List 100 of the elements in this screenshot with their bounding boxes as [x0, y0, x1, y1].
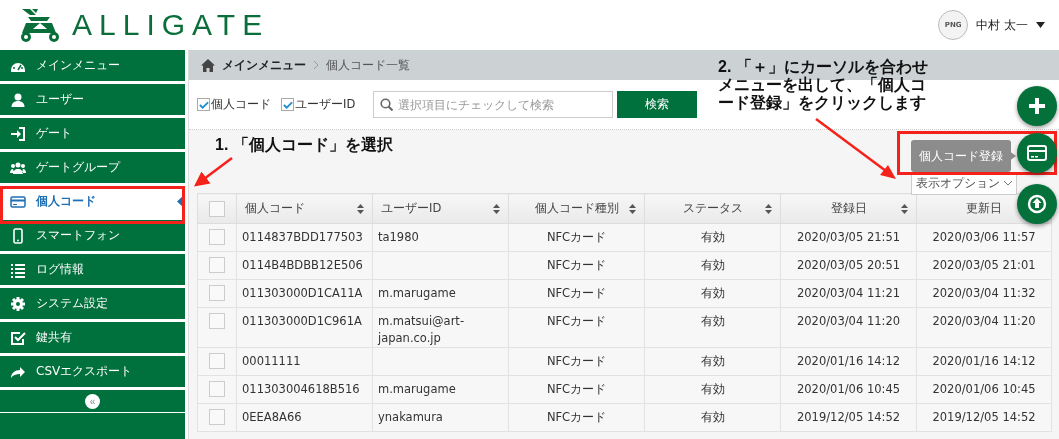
sidebar-item[interactable]: システム設定: [0, 288, 185, 319]
sidebar-item[interactable]: ユーザー: [0, 84, 185, 115]
row-checkbox[interactable]: [209, 285, 225, 301]
row-checkbox[interactable]: [209, 229, 225, 245]
table-cell: NFCカード: [508, 251, 645, 280]
row-checkbox[interactable]: [209, 381, 225, 397]
table-cell: 011303000D1CA11A: [236, 279, 373, 308]
table-cell: 2020/03/05 20:51: [780, 251, 917, 280]
table-cell: 有効: [644, 279, 781, 308]
breadcrumb-current: 個人コード一覧: [326, 56, 410, 74]
table-cell: NFCカード: [508, 403, 645, 432]
sort-icon[interactable]: [629, 203, 636, 214]
search-icon: [380, 98, 394, 111]
table-cell: 2020/03/04 11:20: [780, 307, 917, 348]
chevron-icon: [313, 61, 319, 69]
column-header[interactable]: 登録日: [780, 193, 917, 224]
table-cell: 有効: [644, 403, 781, 432]
arrow-up-circle-icon: [1027, 194, 1047, 214]
sort-icon[interactable]: [493, 203, 500, 214]
user-icon: [10, 91, 26, 108]
search-field[interactable]: 選択項目にチェックして検索: [373, 91, 614, 118]
plus-icon: [1027, 96, 1047, 116]
column-header[interactable]: ユーザーID: [372, 193, 509, 224]
annotation-text: 2. 「＋」にカーソルを合わせ: [718, 58, 928, 76]
sidebar-item[interactable]: スマートフォン: [0, 220, 185, 251]
search-button[interactable]: 検索: [617, 91, 698, 118]
table-cell: 有効: [644, 251, 781, 280]
table-cell: 有効: [644, 307, 781, 348]
table-cell: 2020/01/16 14:12: [916, 347, 1052, 376]
row-checkbox[interactable]: [209, 353, 225, 369]
sidebar-item[interactable]: CSVエクスポート: [0, 356, 185, 387]
sort-icon[interactable]: [357, 203, 364, 214]
card-icon: [10, 193, 26, 210]
row-checkbox[interactable]: [209, 257, 225, 273]
login-icon: [10, 125, 26, 142]
table-cell: 0EEA8A66: [236, 403, 373, 432]
alligator-logo-icon: [18, 7, 62, 43]
checkbox-label[interactable]: 個人コード: [211, 97, 271, 112]
floating-action-button[interactable]: [1017, 86, 1057, 126]
sidebar-item[interactable]: メインメニュー: [0, 50, 185, 81]
table-cell: NFCカード: [508, 375, 645, 404]
column-header[interactable]: 個人コード: [236, 193, 373, 224]
table-cell: 2020/03/05 21:01: [916, 251, 1052, 280]
table-cell: 0114837BDD177503: [236, 223, 373, 252]
column-header[interactable]: 個人コード種別: [508, 193, 645, 224]
table-cell: 2020/03/04 11:20: [916, 307, 1052, 348]
table-cell: 2020/03/06 11:57: [916, 223, 1052, 252]
tooltip: 個人コード登録: [911, 140, 1011, 172]
user-name[interactable]: 中村 太一: [976, 16, 1028, 34]
table-cell: m.marugame: [372, 375, 509, 404]
table-cell: 2020/01/16 14:12: [780, 347, 917, 376]
sidebar-item[interactable]: ゲートグループ: [0, 152, 185, 183]
table-cell: m.marugame: [372, 279, 509, 308]
table-cell: NFCカード: [508, 307, 645, 348]
table-cell: 2020/03/05 21:51: [780, 223, 917, 252]
table-cell: 有効: [644, 375, 781, 404]
row-checkbox[interactable]: [209, 409, 225, 425]
checkbox-label[interactable]: ユーザーID: [295, 97, 356, 112]
table-cell: NFCカード: [508, 347, 645, 376]
home-icon[interactable]: [201, 58, 215, 72]
table-cell: 2020/01/06 10:45: [916, 375, 1052, 404]
checkbox[interactable]: [197, 98, 210, 111]
sort-icon[interactable]: [765, 203, 772, 214]
checkbox-icon: [10, 329, 26, 346]
table-cell: 有効: [644, 223, 781, 252]
table-cell: 0114B4BDBB12E506: [236, 251, 373, 280]
settings-icon: [10, 295, 26, 312]
checkbox[interactable]: [281, 98, 294, 111]
table-cell: 2019/12/05 14:52: [780, 403, 917, 432]
logo-text: ALLIGATE: [72, 8, 270, 42]
table-cell: NFCカード: [508, 223, 645, 252]
column-header[interactable]: ステータス: [644, 193, 781, 224]
phone-icon: [10, 227, 26, 244]
card-icon: [1027, 143, 1047, 163]
sidebar-item[interactable]: ログ情報: [0, 254, 185, 285]
table-cell: 2019/12/05 14:52: [916, 403, 1052, 432]
table-cell: 2020/01/06 10:45: [780, 375, 917, 404]
collapse-button[interactable]: «: [85, 393, 100, 409]
annotation-text: ード登録」をクリックします: [718, 94, 927, 112]
table-cell: 有効: [644, 347, 781, 376]
row-checkbox[interactable]: [209, 313, 225, 329]
table-cell: NFCカード: [508, 279, 645, 308]
caret-icon[interactable]: [1036, 22, 1045, 28]
breadcrumb-link[interactable]: メインメニュー: [222, 56, 306, 74]
chevron-icon: [1004, 181, 1012, 186]
tooltip-pointer-icon: [1008, 150, 1016, 162]
select-all-checkbox[interactable]: [209, 200, 225, 217]
sidebar-item[interactable]: ゲート: [0, 118, 185, 149]
table-cell: 2020/03/04 11:32: [916, 279, 1052, 308]
annotation-text: メニューを出して、「個人コ: [718, 76, 927, 94]
list-icon: [10, 261, 26, 278]
sort-icon[interactable]: [901, 203, 908, 214]
table-cell: 2020/03/04 11:21: [780, 279, 917, 308]
table-cell: ynakamura: [372, 403, 509, 432]
sidebar-item[interactable]: 鍵共有: [0, 322, 185, 353]
table-cell: 00011111: [236, 347, 373, 376]
table-cell: 011303004618B516: [236, 375, 373, 404]
table-cell: m.matsui@art-japan.co.jp: [372, 307, 509, 348]
table-cell: 011303000D1C961A: [236, 307, 373, 348]
annotation-text: 1. 「個人コード」を選択: [215, 136, 393, 154]
